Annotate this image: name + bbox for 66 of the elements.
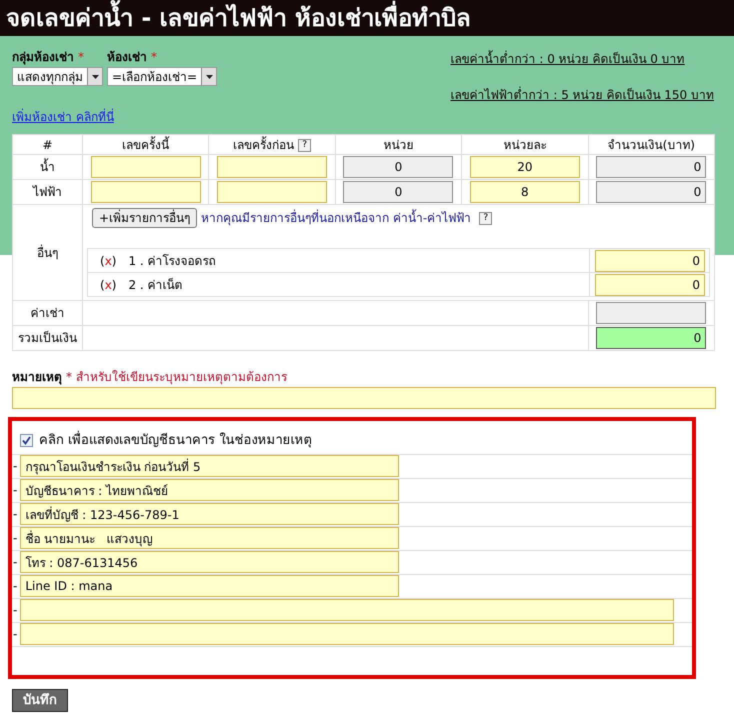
column-header: หน่วยละ (462, 134, 588, 154)
row-label: รวมเป็นเงิน (12, 326, 82, 350)
note-line-field[interactable]: เลขที่บัญชี : 123-456-789-1 (20, 503, 400, 525)
bullet-dash: - (13, 602, 18, 619)
column-header: หน่วย (335, 134, 462, 154)
row-label: ไฟฟ้า (12, 180, 82, 204)
column-header: จำนวนเงิน(บาท) (588, 134, 714, 154)
column-header: เลขครั้งก่อน ? (208, 134, 336, 154)
bullet-dash: - (13, 626, 18, 643)
units-field[interactable]: 0 (343, 156, 454, 178)
bullet-dash: - (13, 530, 18, 547)
checkbox[interactable] (20, 434, 33, 448)
item-label: 2 . ค่าเน็ต (128, 278, 183, 292)
rate-field[interactable]: 20 (470, 156, 580, 178)
item-label: 1 . ค่าโรงจอดรถ (128, 254, 216, 268)
note-hint: สำหรับใช้เขียนระบุหมายเหตุตามต้องการ (76, 369, 287, 386)
note-line-field[interactable]: ชื่อ นายมานะ แสวงบุญ (20, 527, 400, 549)
help-icon[interactable]: ? (298, 138, 312, 152)
current-reading-field[interactable] (90, 181, 201, 203)
threshold-info: เลขค่าไฟฟ้าต่ำกว่า : 5 หน่วย คิดเป็นเงิน 150 บาท (450, 86, 714, 104)
row-label: น้ำ (12, 154, 82, 180)
remove-link[interactable]: (x) (100, 278, 116, 292)
dropdown[interactable]: แสดงทุกกลุ่ม (12, 67, 103, 86)
column-header: # (12, 134, 82, 154)
bullet-dash: - (13, 578, 18, 595)
note-line-field[interactable]: โทร : 087-6131456 (20, 551, 400, 573)
required-mark: * (66, 369, 72, 386)
help-icon[interactable]: ? (479, 212, 492, 224)
rent-field[interactable] (596, 302, 706, 324)
note-field[interactable] (12, 387, 716, 409)
note-label: หมายเหตุ (12, 369, 62, 386)
bullet-dash: - (13, 506, 18, 523)
bullet-dash: - (13, 554, 18, 571)
dropdown[interactable]: =เลือกห้องเช่า= (107, 67, 218, 86)
note-line-field[interactable]: บัญชีธนาคาร : ไทยพาณิชย์ (20, 479, 400, 501)
item-amount-field[interactable]: 0 (595, 274, 705, 296)
note-line-field[interactable]: กรุณาโอนเงินชำระเงิน ก่อนวันที่ 5 (20, 455, 400, 477)
field-label: ห้องเช่า (107, 49, 147, 66)
row-label: อื่นๆ (12, 204, 82, 300)
amount-field[interactable]: 0 (596, 156, 706, 178)
field-label: กลุ่มห้องเช่า (12, 49, 74, 66)
add-room-link[interactable]: เพิ่มห้องเช่า คลิกที่นี่ (12, 110, 114, 124)
title-bar: จดเลขค่าน้ำ - เลขค่าไฟฟ้า ห้องเช่าเพื่อทำบิล (0, 0, 734, 36)
bullet-dash: - (13, 482, 18, 499)
required-mark: * (151, 49, 157, 66)
required-mark: * (78, 49, 84, 66)
units-field[interactable]: 0 (343, 181, 454, 203)
hint-text: หากคุณมีรายการอื่นๆที่นอกเหนือจาก ค่าน้ำ-ค่าไฟฟ้า (201, 209, 472, 227)
previous-reading-field[interactable] (217, 156, 328, 178)
add-item-button[interactable]: +เพิ่มรายการอื่นๆ (92, 208, 198, 228)
checkbox-label: คลิก เพื่อแสดงเลขบัญชีธนาคาร ในช่องหมายเหตุ (39, 431, 312, 450)
bullet-dash: - (13, 458, 18, 475)
current-reading-field[interactable] (90, 156, 201, 178)
rate-field[interactable]: 8 (470, 181, 580, 203)
save-button[interactable]: บันทึก (12, 689, 68, 712)
note-line-field[interactable]: Line ID : mana (20, 575, 400, 597)
threshold-info: เลขค่าน้ำต่ำกว่า : 0 หน่วย คิดเป็นเงิน 0 บาท (450, 50, 686, 68)
column-header: เลขครั้งนี้ (82, 134, 209, 154)
remove-link[interactable]: (x) (100, 254, 116, 268)
row-label: ค่าเช่า (12, 300, 82, 326)
item-amount-field[interactable]: 0 (595, 250, 705, 272)
total-field[interactable]: 0 (596, 327, 706, 349)
previous-reading-field[interactable] (217, 181, 328, 203)
amount-field[interactable]: 0 (596, 181, 706, 203)
note-line-field[interactable] (20, 623, 674, 645)
note-line-field[interactable] (20, 599, 674, 621)
